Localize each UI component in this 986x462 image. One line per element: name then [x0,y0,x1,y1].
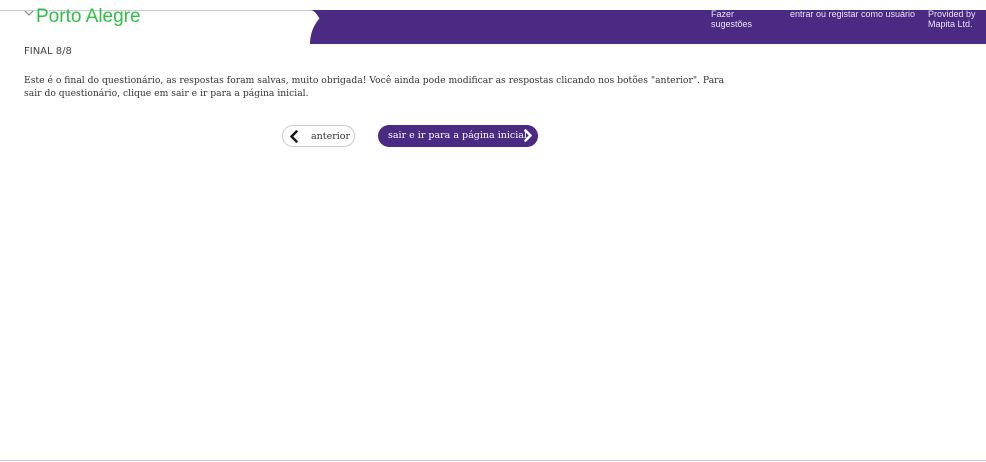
chevron-down-icon[interactable] [24,8,34,18]
login-register-link[interactable]: entrar ou registar como usuário [790,9,915,19]
chevron-right-icon [524,129,532,142]
suggestions-link-line-1[interactable]: Fazer [711,9,752,19]
exit-to-home-button-label: sair e ir para a página inicial [388,130,527,141]
city-title[interactable]: Porto Alegre [36,6,141,28]
previous-button-label: anterior [311,131,351,142]
suggestions-link[interactable]: Fazer sugestões [711,9,752,29]
completion-message: Este é o final do questionário, as respo… [24,75,725,99]
previous-button[interactable]: anterior [282,125,355,147]
page: Porto Alegre Fazer sugestões entrar ou r… [0,0,986,462]
bottom-border [0,460,986,461]
provided-by-line-1[interactable]: Provided by [928,9,976,19]
chevron-left-icon [290,130,298,143]
provided-by-line-2[interactable]: Mapita Ltd. [928,19,976,29]
step-label: FINAL 8/8 [24,46,72,57]
exit-to-home-button[interactable]: sair e ir para a página inicial [378,125,538,147]
suggestions-link-line-2[interactable]: sugestões [711,19,752,29]
provided-by-link[interactable]: Provided by Mapita Ltd. [928,9,976,29]
